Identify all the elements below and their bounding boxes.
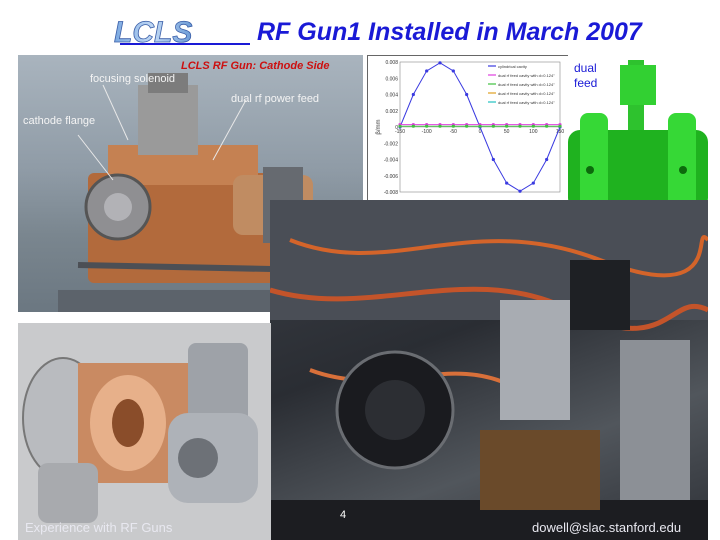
chart-point: [545, 157, 549, 162]
chart-legend-entry: dual rf feed cavity with d=0.124": [498, 100, 555, 105]
chart-xtick-label: -150: [395, 129, 405, 135]
installation-photo: [270, 200, 708, 540]
gun-cutaway-model: [18, 323, 271, 540]
chart-xtick-label: -100: [422, 129, 432, 135]
chart-point: [451, 69, 455, 73]
dual-feed-label-line1: dual: [574, 61, 597, 75]
chart-xtick-label: 100: [529, 129, 538, 135]
chart-legend-entry: dual rf feed cavity with d=0.124": [498, 91, 555, 96]
chart-ylabel: β/mm: [376, 119, 382, 134]
title-rule: [120, 43, 250, 45]
chart-ytick-label: -0.006: [384, 174, 398, 180]
chart-ytick-label: 0.006: [385, 76, 398, 82]
label-cathode-flange: cathode flange: [23, 115, 96, 127]
chart-ytick-label: -0.008: [384, 190, 398, 196]
chart-point: [465, 92, 469, 97]
chart-legend-entry: cylindrical cavity: [498, 64, 527, 69]
chart-svg: 0.0080.0060.0040.0020-0.002-0.004-0.006-…: [376, 60, 564, 206]
page-title: RF Gun1 Installed in March 2007: [257, 18, 642, 46]
chart-xtick-label: 50: [504, 129, 510, 135]
chart-point: [518, 124, 522, 128]
chart-ytick-label: 0.002: [385, 109, 398, 115]
chart-ytick-label: -0.002: [384, 141, 398, 147]
label-dual-feed: dual rf power feed: [231, 93, 320, 105]
chart-point: [478, 124, 482, 128]
installation-scene: [270, 200, 708, 540]
cutaway-render: [18, 323, 271, 540]
chart-point: [531, 124, 535, 128]
chart-point: [505, 124, 509, 128]
chart-point: [558, 124, 562, 128]
chart-point: [531, 181, 535, 185]
chart-point: [425, 124, 429, 128]
label-focusing-solenoid: focusing solenoid: [90, 73, 176, 85]
chart-point: [411, 92, 415, 97]
chart-ytick-label: 0.008: [385, 60, 398, 66]
chart-point: [491, 157, 495, 162]
chart-point: [491, 124, 495, 128]
chart-point: [398, 124, 402, 128]
footer-title: Experience with RF Guns: [25, 520, 173, 535]
photo-caption: LCLS RF Gun: Cathode Side: [181, 60, 330, 72]
chart-point: [518, 189, 522, 193]
chart-xtick-label: -50: [450, 129, 457, 135]
page-number: 4: [340, 509, 347, 521]
chart-point: [505, 181, 509, 185]
field-chart: 0.008 0.006 0.004 0.002 0 -0.002 -0.004 -0.006-…: [367, 55, 569, 215]
dual-feed-label: dual feed: [574, 61, 597, 91]
chart-point: [545, 124, 549, 128]
chart-point: [411, 124, 415, 128]
chart-point: [438, 61, 442, 65]
chart-legend-entry: dual rf feed cavity with d=0.124": [498, 73, 555, 78]
dual-feed-label-line2: feed: [574, 76, 598, 90]
chart-ytick-label: -0.004: [384, 158, 398, 164]
chart-point: [425, 69, 429, 73]
chart-point: [451, 124, 455, 128]
chart-ytick-label: 0.004: [385, 93, 398, 99]
chart-legend-entry: dual rf feed cavity with d=0.124": [498, 82, 555, 87]
footer-email: dowell@slac.stanford.edu: [532, 520, 682, 535]
chart-point: [438, 124, 442, 128]
chart-point: [465, 124, 469, 128]
